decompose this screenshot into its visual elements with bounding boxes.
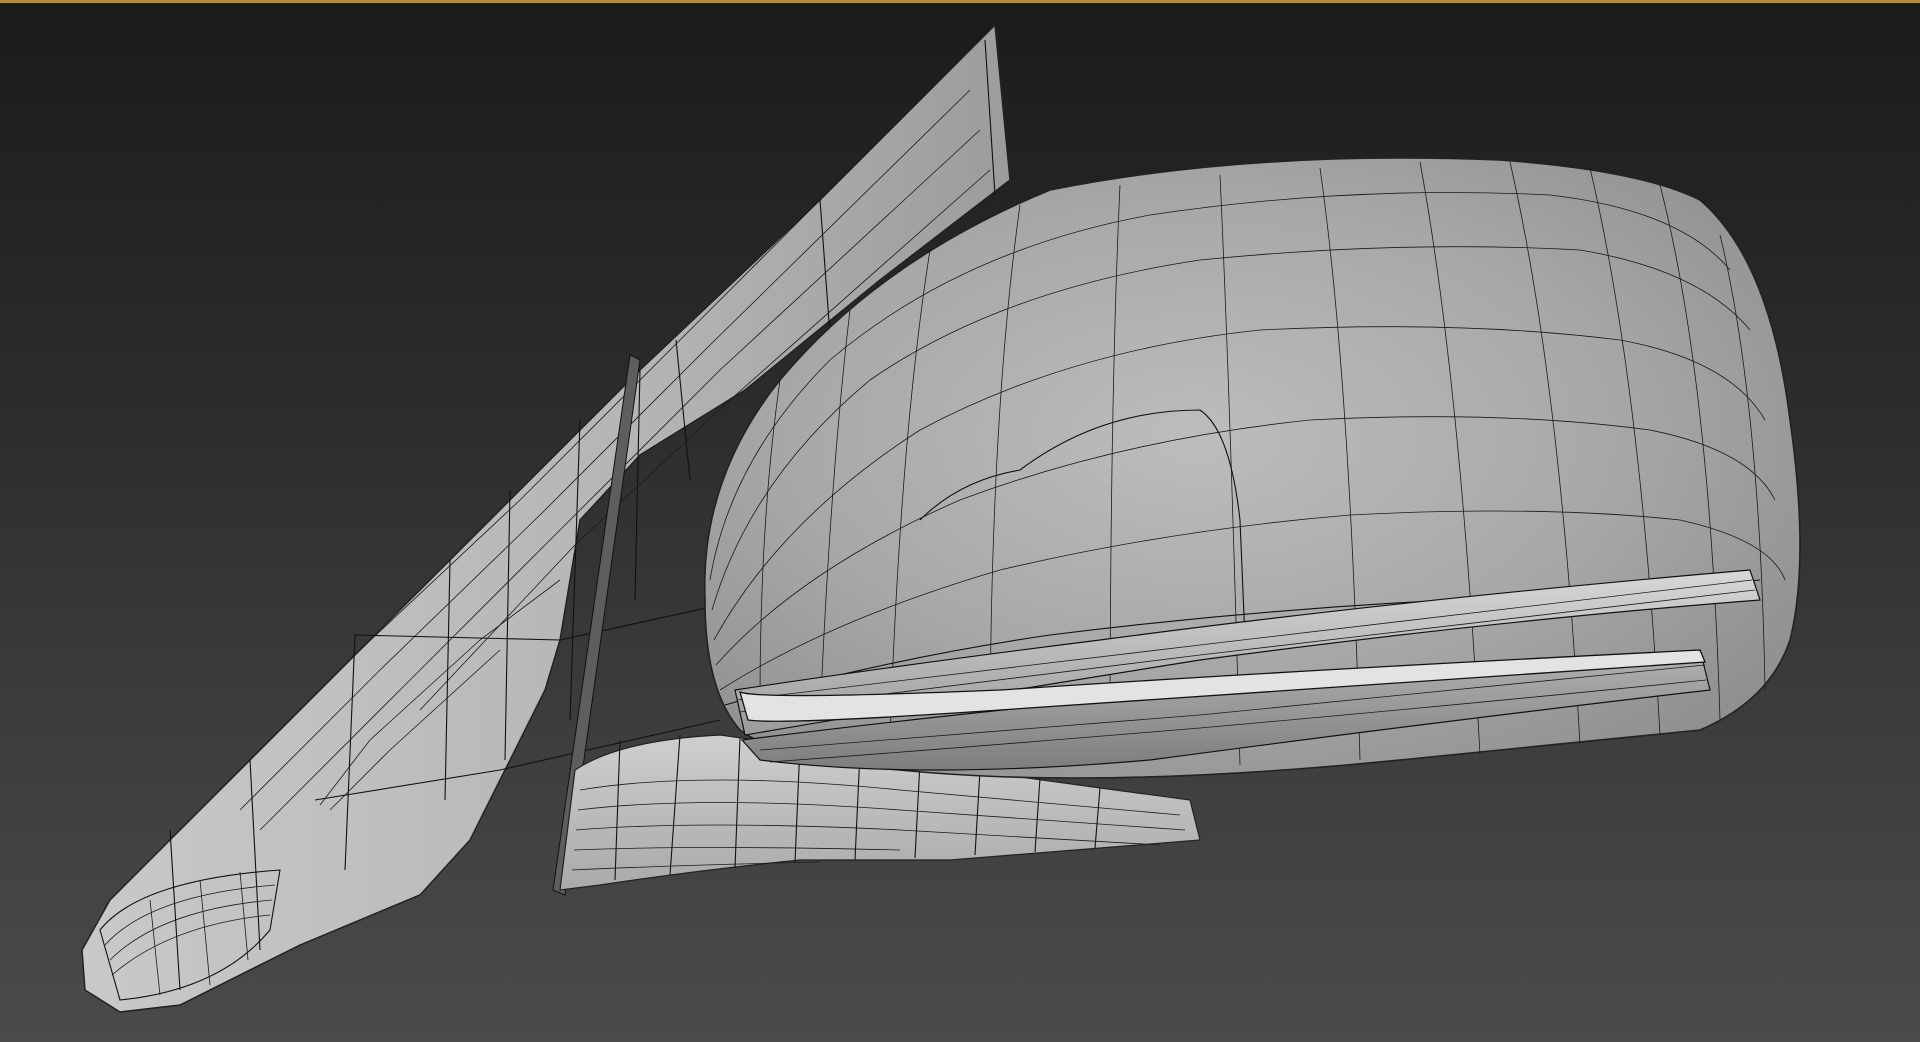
3d-application-window — [0, 0, 1920, 1042]
perspective-viewport[interactable] — [0, 0, 1920, 1042]
mirror-mesh-model[interactable] — [0, 0, 1920, 1042]
